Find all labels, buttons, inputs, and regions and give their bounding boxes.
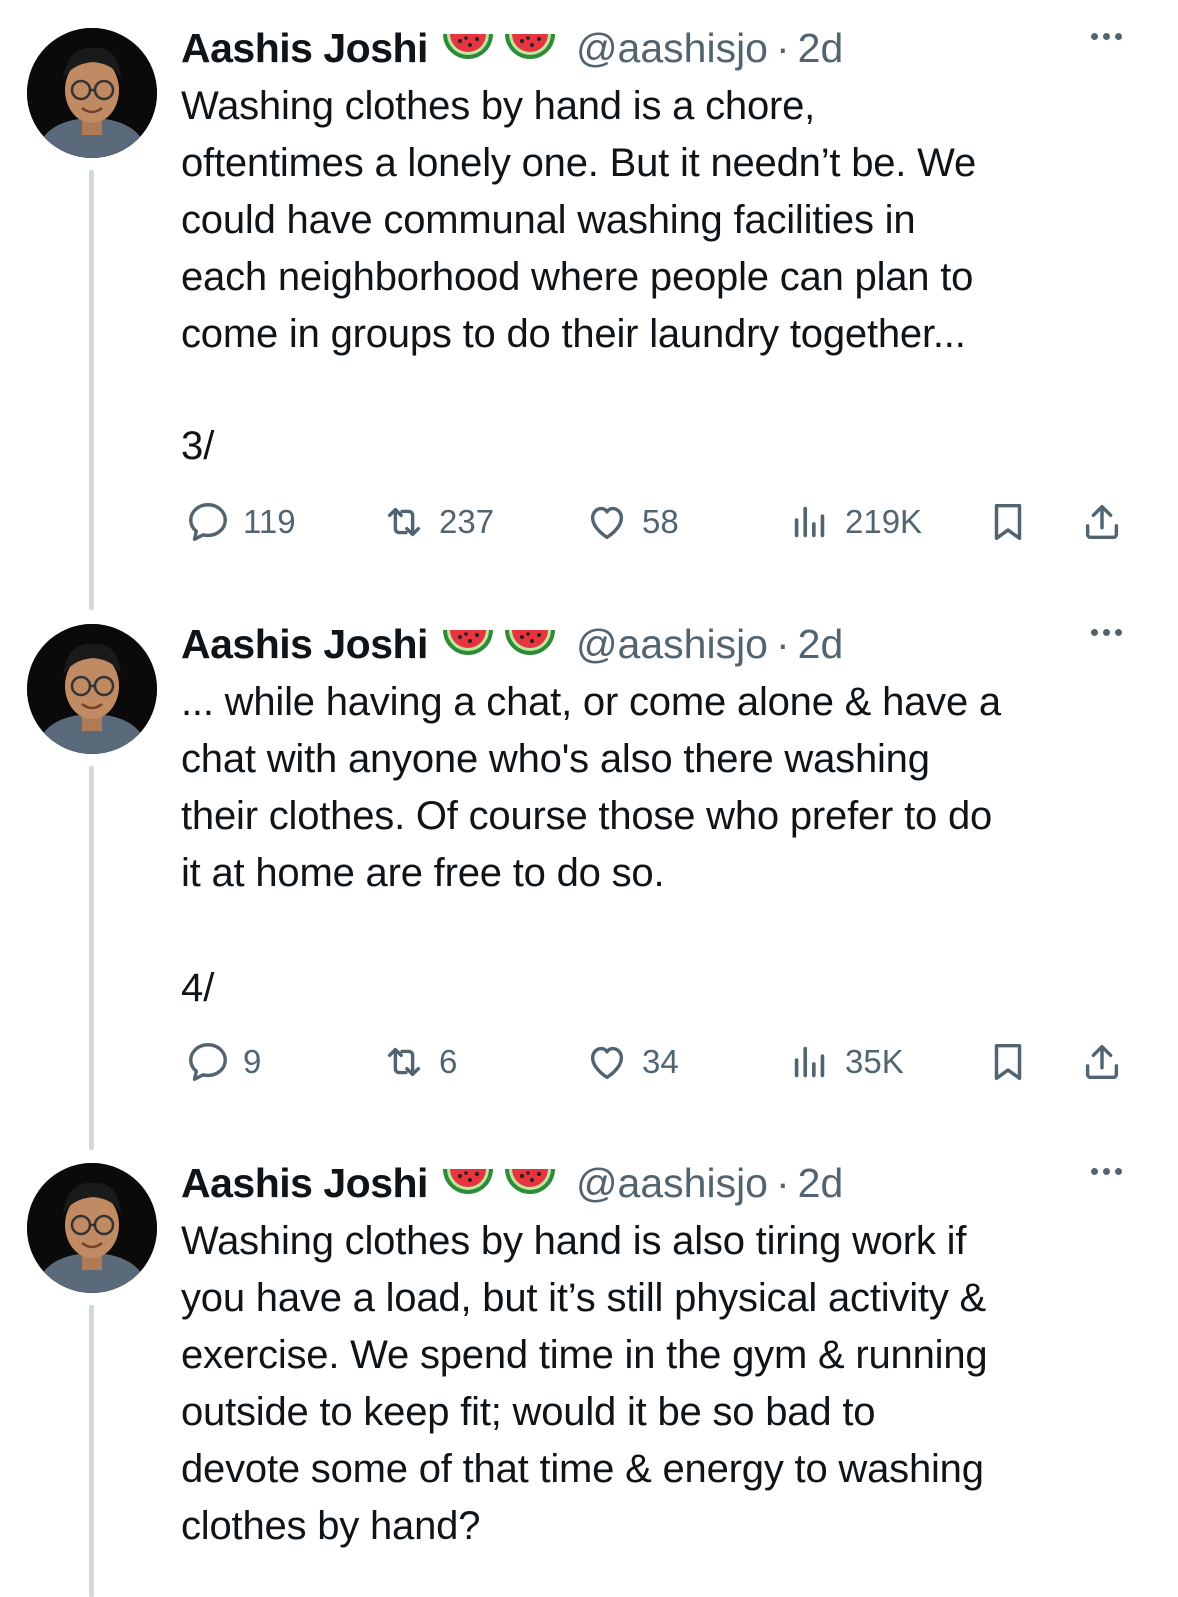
repost-count: 237: [439, 503, 495, 540]
share-icon: [1085, 1044, 1119, 1080]
reply-button[interactable]: 119: [185, 498, 296, 546]
view-count: 219K: [845, 503, 923, 540]
share-button[interactable]: [1079, 498, 1125, 546]
avatar[interactable]: [27, 624, 157, 754]
bookmark-button[interactable]: [985, 1038, 1031, 1086]
more-icon[interactable]: [1086, 26, 1126, 46]
view-count: 35K: [845, 1043, 904, 1080]
repost-count: 6: [439, 1043, 458, 1080]
more-icon[interactable]: [1086, 1161, 1126, 1181]
tweet-text: Washing clothes by hand is also tiring w…: [181, 1219, 988, 1548]
separator: ·: [776, 24, 790, 71]
name-emojis: [440, 28, 558, 68]
avatar[interactable]: [27, 1163, 157, 1293]
repost-icon: [387, 1047, 421, 1077]
tweet[interactable]: Aashis Joshi @aashisjo · 2d Washing clot…: [0, 0, 1178, 600]
separator: ·: [776, 620, 790, 667]
avatar-photo: [27, 624, 157, 754]
reply-icon: [189, 1043, 227, 1081]
timestamp[interactable]: 2d: [798, 1160, 844, 1207]
author-name[interactable]: Aashis Joshi: [181, 621, 428, 668]
thread-number: 4/: [181, 966, 215, 1010]
repost-icon: [387, 507, 421, 537]
reply-icon: [189, 503, 227, 541]
tweet-text: Washing clothes by hand is a chore, ofte…: [181, 84, 976, 356]
reply-count: 119: [243, 503, 296, 540]
tweet-header: Aashis Joshi @aashisjo · 2d: [181, 1153, 1138, 1213]
author-name[interactable]: Aashis Joshi: [181, 1160, 428, 1207]
repost-button[interactable]: 237: [381, 498, 494, 546]
action-bar: 119 237 58 219K: [181, 498, 1131, 546]
watermelon-emoji-icon: [504, 1169, 555, 1194]
timestamp[interactable]: 2d: [798, 621, 844, 668]
bookmark-icon: [994, 1043, 1022, 1081]
repost-button[interactable]: 6: [381, 1038, 457, 1086]
name-emojis: [440, 1163, 558, 1203]
watermelon-emoji-icon: [442, 1169, 493, 1194]
like-icon: [590, 1046, 624, 1080]
name-emojis: [440, 624, 558, 664]
share-button[interactable]: [1079, 1038, 1125, 1086]
reply-count: 9: [243, 1043, 262, 1080]
more-icon[interactable]: [1086, 622, 1126, 642]
like-button[interactable]: 58: [584, 498, 679, 546]
action-bar: 9 6 34 35K: [181, 1038, 1131, 1086]
views-button[interactable]: 219K: [787, 498, 922, 546]
author-handle[interactable]: @aashisjo: [576, 1160, 768, 1207]
like-count: 34: [642, 1043, 679, 1080]
watermelon-emoji-icon: [504, 34, 555, 59]
separator: ·: [776, 1159, 790, 1206]
tweet[interactable]: Aashis Joshi @aashisjo · 2d ... while ha…: [0, 596, 1178, 1136]
like-icon: [590, 506, 624, 540]
avatar-photo: [27, 28, 157, 158]
like-count: 58: [642, 503, 679, 540]
avatar-photo: [27, 1163, 157, 1293]
share-icon: [1085, 504, 1119, 540]
views-button[interactable]: 35K: [787, 1038, 904, 1086]
author-handle[interactable]: @aashisjo: [576, 621, 768, 668]
reply-button[interactable]: 9: [185, 1038, 261, 1086]
watermelon-emoji-icon: [504, 630, 555, 655]
timestamp[interactable]: 2d: [798, 25, 844, 72]
author-name[interactable]: Aashis Joshi: [181, 25, 428, 72]
watermelon-emoji-icon: [442, 34, 493, 59]
bookmark-icon: [994, 503, 1022, 541]
like-button[interactable]: 34: [584, 1038, 679, 1086]
watermelon-emoji-icon: [442, 630, 493, 655]
bookmark-button[interactable]: [985, 498, 1031, 546]
author-handle[interactable]: @aashisjo: [576, 25, 768, 72]
tweet-header: Aashis Joshi @aashisjo · 2d: [181, 614, 1138, 674]
views-icon: [794, 506, 825, 538]
tweet[interactable]: Aashis Joshi @aashisjo · 2d Washing clot…: [0, 1135, 1178, 1597]
tweet-text: ... while having a chat, or come alone &…: [181, 680, 1001, 895]
tweet-header: Aashis Joshi @aashisjo · 2d: [181, 18, 1138, 78]
views-icon: [794, 1046, 825, 1078]
avatar[interactable]: [27, 28, 157, 158]
thread-number: 3/: [181, 424, 215, 468]
